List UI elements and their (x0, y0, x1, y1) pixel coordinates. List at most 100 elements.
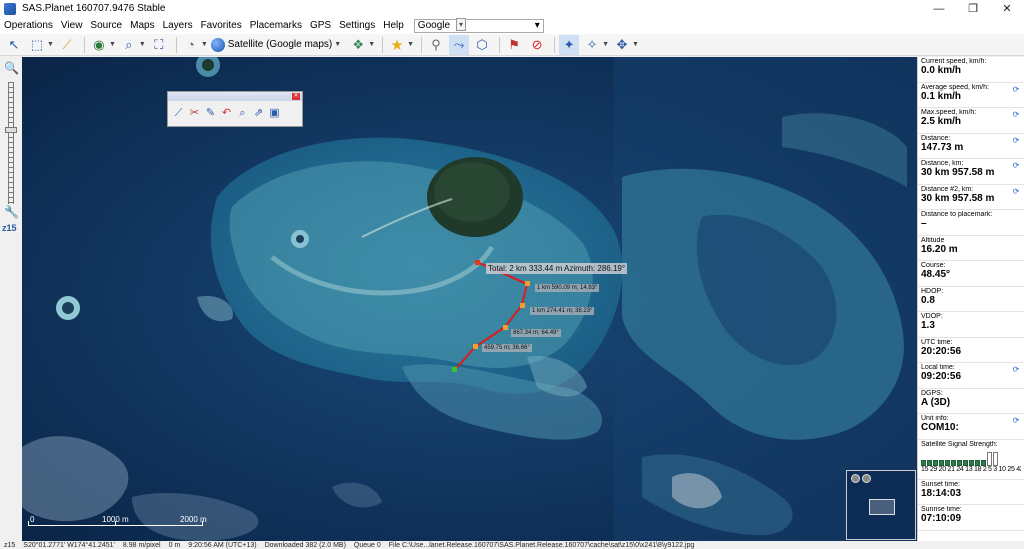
reset-icon[interactable]: ⟳ (1011, 417, 1021, 425)
chevron-down-icon[interactable]: ▼ (109, 41, 116, 48)
menu-settings[interactable]: Settings (335, 17, 379, 34)
menu-gps[interactable]: GPS (306, 17, 335, 34)
gps-track-icon[interactable]: ✧ (582, 35, 602, 55)
gps-info-item: HDOP: 0.8 (918, 287, 1024, 312)
gps-connect-icon[interactable]: ✦ (559, 34, 580, 55)
menu-source[interactable]: Source (86, 17, 126, 34)
reset-icon[interactable]: ⟳ (1011, 162, 1021, 170)
no-entry-icon[interactable]: ⊘ (527, 35, 547, 55)
gps-info-item: Current speed, km/h: 0.0 km/h (918, 57, 1024, 83)
map-view[interactable]: Total: 2 km 333.44 m Azimuth: 286.19° 1 … (22, 57, 917, 541)
reset-icon[interactable]: ⟳ (1011, 85, 1021, 94)
reset-icon[interactable]: ⟳ (1011, 111, 1021, 119)
satellite-signal-bar (963, 459, 968, 466)
save-icon[interactable]: ▣ (267, 105, 282, 121)
chevron-down-icon[interactable]: ▼ (407, 41, 414, 48)
chevron-down-icon[interactable]: ▼ (602, 41, 609, 48)
toolbar-separator (554, 36, 556, 53)
zoom-slider-thumb[interactable] (5, 127, 17, 133)
close-icon[interactable]: ✕ (292, 93, 300, 100)
gps-info-label: HDOP: (921, 287, 944, 295)
minimap-zoom-out-icon[interactable] (851, 474, 860, 483)
reset-icon[interactable]: ⟳ (1011, 187, 1021, 196)
gps-info-value: 07:10:09 (921, 513, 962, 524)
ruler-tool-icon[interactable]: ⟋ (57, 35, 77, 55)
search-go-button[interactable]: ▾ (456, 18, 466, 31)
zoom-slider-track[interactable] (8, 82, 14, 204)
toolbar-drag-handle[interactable]: ✕ (168, 92, 302, 101)
menu-operations[interactable]: Operations (0, 17, 57, 34)
pointer-tool-icon[interactable]: ↖ (4, 35, 24, 55)
reset-icon[interactable]: ⟳ (1011, 136, 1021, 145)
chevron-down-icon[interactable]: ▼ (201, 41, 208, 48)
selection-tool-icon[interactable]: ⬚ (27, 35, 47, 55)
add-path-icon[interactable]: ⤳ (449, 34, 470, 55)
fullscreen-icon[interactable]: ⛶ (149, 35, 169, 55)
satellite-bars (921, 450, 1021, 466)
satellite-dish-icon[interactable]: ◔ (181, 35, 201, 55)
gps-info-label: Average speed, km/h: (921, 83, 989, 91)
toolbar-separator (421, 36, 423, 53)
chevron-down-icon[interactable]: ▼ (632, 41, 639, 48)
chevron-down-icon[interactable]: ▼ (368, 41, 375, 48)
gps-info-item: Sunset time: 18:14:03 (918, 480, 1024, 505)
export-icon[interactable]: ⇗ (251, 105, 266, 121)
globe-icon (210, 37, 225, 52)
scale-label-zero: 0 (30, 515, 35, 524)
mini-map[interactable] (846, 470, 916, 540)
placemark-list-icon[interactable]: ⚑ (504, 35, 524, 55)
menu-placemarks[interactable]: Placemarks (246, 17, 306, 34)
minimize-button[interactable]: — (922, 0, 956, 17)
minimap-zoom-in-icon[interactable] (862, 474, 871, 483)
map-source-select[interactable]: Satellite (Google maps) ▼ (210, 37, 344, 52)
search-provider-select[interactable]: Google ▾ (413, 18, 544, 33)
menu-maps[interactable]: Maps (126, 17, 158, 34)
scale-bar: 0 1000 m 2000 m (28, 515, 208, 535)
gps-info-value: 2.5 km/h (921, 116, 962, 127)
gps-info-label: Distance #2, km: (921, 185, 974, 193)
globe-view-icon[interactable]: ◉ (89, 35, 109, 55)
gps-center-icon[interactable]: ✥ (612, 35, 632, 55)
satellite-signal-bar (981, 459, 986, 466)
add-polygon-icon[interactable]: ⬡ (472, 35, 492, 55)
measurement-total-label: Total: 2 km 333.44 m Azimuth: 286.19° (486, 263, 628, 274)
menu-favorites[interactable]: Favorites (197, 17, 246, 34)
zoom-tool-icon[interactable]: ⌕ (119, 35, 139, 55)
chevron-down-icon[interactable]: ▼ (139, 41, 146, 48)
line-tool-icon[interactable]: ⟋ (171, 105, 186, 121)
zoom-out-icon[interactable]: 🔧 (4, 205, 19, 219)
gps-info-value: 09:20:56 (921, 371, 962, 382)
placemark-pin-icon[interactable]: ⚲ (426, 35, 446, 55)
zoom-in-icon[interactable]: 🔍 (4, 61, 19, 75)
maximize-button[interactable]: ❐ (956, 0, 990, 17)
satellite-imagery (22, 57, 917, 541)
path-options-icon[interactable]: ✎ (203, 105, 218, 121)
gps-info-value: 20:20:56 (921, 345, 962, 357)
menu-layers[interactable]: Layers (159, 17, 197, 34)
gps-info-item: Average speed, km/h: 0.1 km/h ⟳ (918, 83, 1024, 108)
undo-icon[interactable]: ↶ (219, 105, 234, 121)
minimap-viewport[interactable] (869, 499, 895, 515)
gps-info-label: DGPS: (921, 389, 943, 397)
chevron-down-icon[interactable]: ▼ (47, 41, 54, 48)
reset-icon[interactable]: ⟳ (1011, 366, 1021, 374)
menu-help[interactable]: Help (379, 17, 408, 34)
satellite-signal-bar (975, 459, 980, 466)
menu-view[interactable]: View (57, 17, 87, 34)
scale-tick (28, 521, 29, 526)
magnifier-icon[interactable]: ⌕ (235, 105, 250, 121)
menu-bar: Operations View Source Maps Layers Favor… (0, 17, 1024, 34)
satellite-signal-bar (933, 459, 938, 466)
status-zoom: z15 (4, 541, 16, 549)
scissors-icon[interactable]: ✂ (187, 105, 202, 121)
measurement-segment-label: 459.75 m; 36.66° (482, 344, 532, 352)
status-distance: 0 m (168, 541, 181, 549)
satellite-ids: 15 29 20 21 24 13 18 2 5 3 10 25 42 (921, 465, 1021, 473)
gps-info-label: Max.speed, km/h: (921, 109, 977, 116)
map-source-label: Satellite (Google maps) (227, 39, 333, 50)
favorites-star-icon[interactable]: ★ (387, 35, 407, 55)
close-button[interactable]: ✕ (990, 0, 1024, 17)
gps-info-value: 0.1 km/h (921, 90, 962, 102)
gps-info-value: 0.0 km/h (921, 65, 962, 76)
layers-icon[interactable]: ❖ (348, 35, 368, 55)
